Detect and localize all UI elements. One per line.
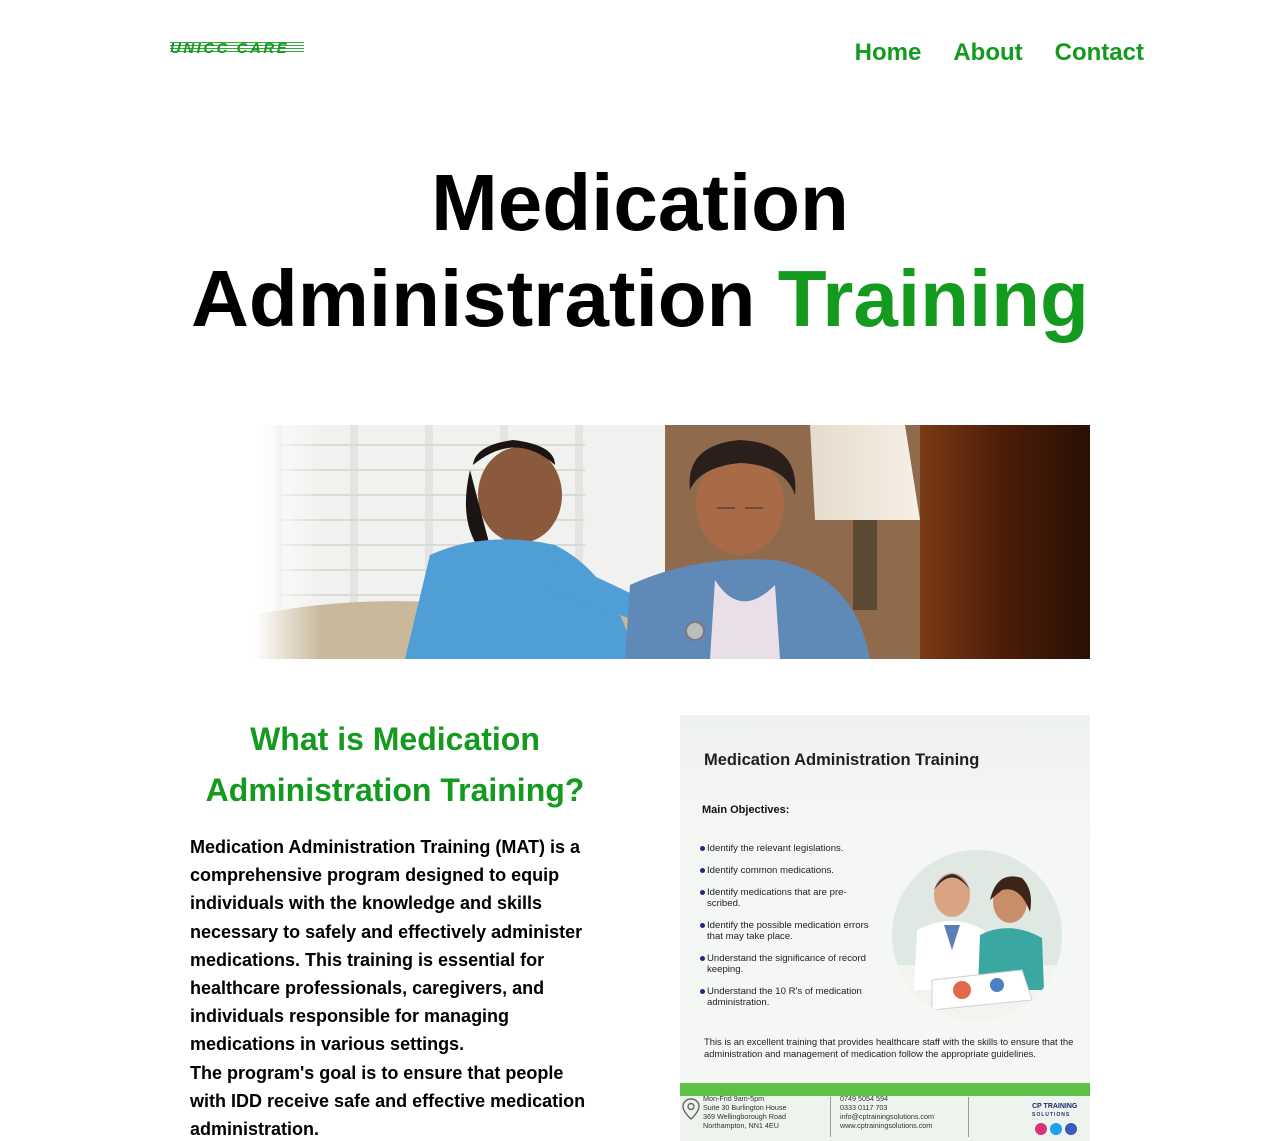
title-line-2: Administration: [191, 254, 756, 343]
section-heading: What is Medication Administration Traini…: [205, 721, 585, 808]
flyer-description: This is an excellent training that provi…: [704, 1036, 1074, 1059]
bullet-icon: [700, 923, 705, 928]
paragraph-goal: The program's goal is to ensure that peo…: [190, 1062, 586, 1140]
site-logo[interactable]: UNICC CARE: [170, 38, 304, 58]
title-accent: Training: [777, 254, 1089, 343]
nav-contact-link[interactable]: Contact: [1055, 38, 1144, 68]
bullet-icon: [700, 890, 705, 895]
flyer-divider: [968, 1097, 969, 1137]
main-nav: Home About Contact: [855, 38, 1144, 68]
nurse-with-patient-photo: [255, 425, 1090, 659]
twitter-icon: [1050, 1123, 1062, 1135]
cp-training-logo: CP TRAINING SOLUTIONS: [1032, 1103, 1078, 1118]
flyer-objective: Identify the possible medication errors …: [700, 920, 880, 942]
flyer-objectives-list: Identify the relevant legislations. Iden…: [700, 843, 900, 1008]
page-title: Medication Administration Training: [0, 155, 1280, 347]
flyer-background: [680, 715, 1090, 837]
flyer-doctors-photo: [892, 850, 1062, 1020]
flyer-objective: Understand the 10 R's of medication admi…: [700, 986, 880, 1008]
section-body: Medication Administration Training (MAT)…: [190, 833, 602, 1141]
bullet-icon: [700, 868, 705, 873]
flyer-title: Medication Administration Training: [704, 751, 980, 769]
bullet-icon: [700, 989, 705, 994]
flyer-objective: Identify common medications.: [700, 865, 900, 876]
nav-home-link[interactable]: Home: [855, 38, 922, 68]
flyer-divider: [830, 1097, 831, 1137]
instagram-icon: [1035, 1123, 1047, 1135]
bullet-icon: [700, 846, 705, 851]
paragraph-intro: Medication Administration Training (MAT)…: [190, 837, 583, 1055]
flyer-objective: Identify the relevant legislations.: [700, 843, 900, 854]
flyer-footer: Mon-Frid 9am-5pm Suite 30 Burlington Hou…: [680, 1083, 1090, 1141]
logo-text: UNICC CARE: [170, 39, 290, 57]
flyer-contact-info: 0749 5054 594 0333 0117 703 info@cptrain…: [840, 1094, 934, 1130]
bullet-icon: [700, 956, 705, 961]
training-flyer: Medication Administration Training Main …: [680, 715, 1090, 1141]
flyer-objective: Understand the significance of record ke…: [700, 953, 885, 975]
location-pin-icon: [682, 1098, 700, 1120]
nav-about-link[interactable]: About: [953, 38, 1022, 68]
flyer-address: Mon-Frid 9am-5pm Suite 30 Burlington Hou…: [703, 1094, 787, 1130]
page: UNICC CARE Home About Contact Medication…: [0, 0, 1280, 1141]
flyer-subtitle: Main Objectives:: [702, 804, 790, 816]
title-line-1: Medication: [431, 158, 849, 247]
facebook-icon: [1065, 1123, 1077, 1135]
hero-photo: [255, 425, 1090, 659]
flyer-social-icons: [1035, 1123, 1077, 1135]
flyer-objective: Identify medications that are pre-scribe…: [700, 887, 870, 909]
